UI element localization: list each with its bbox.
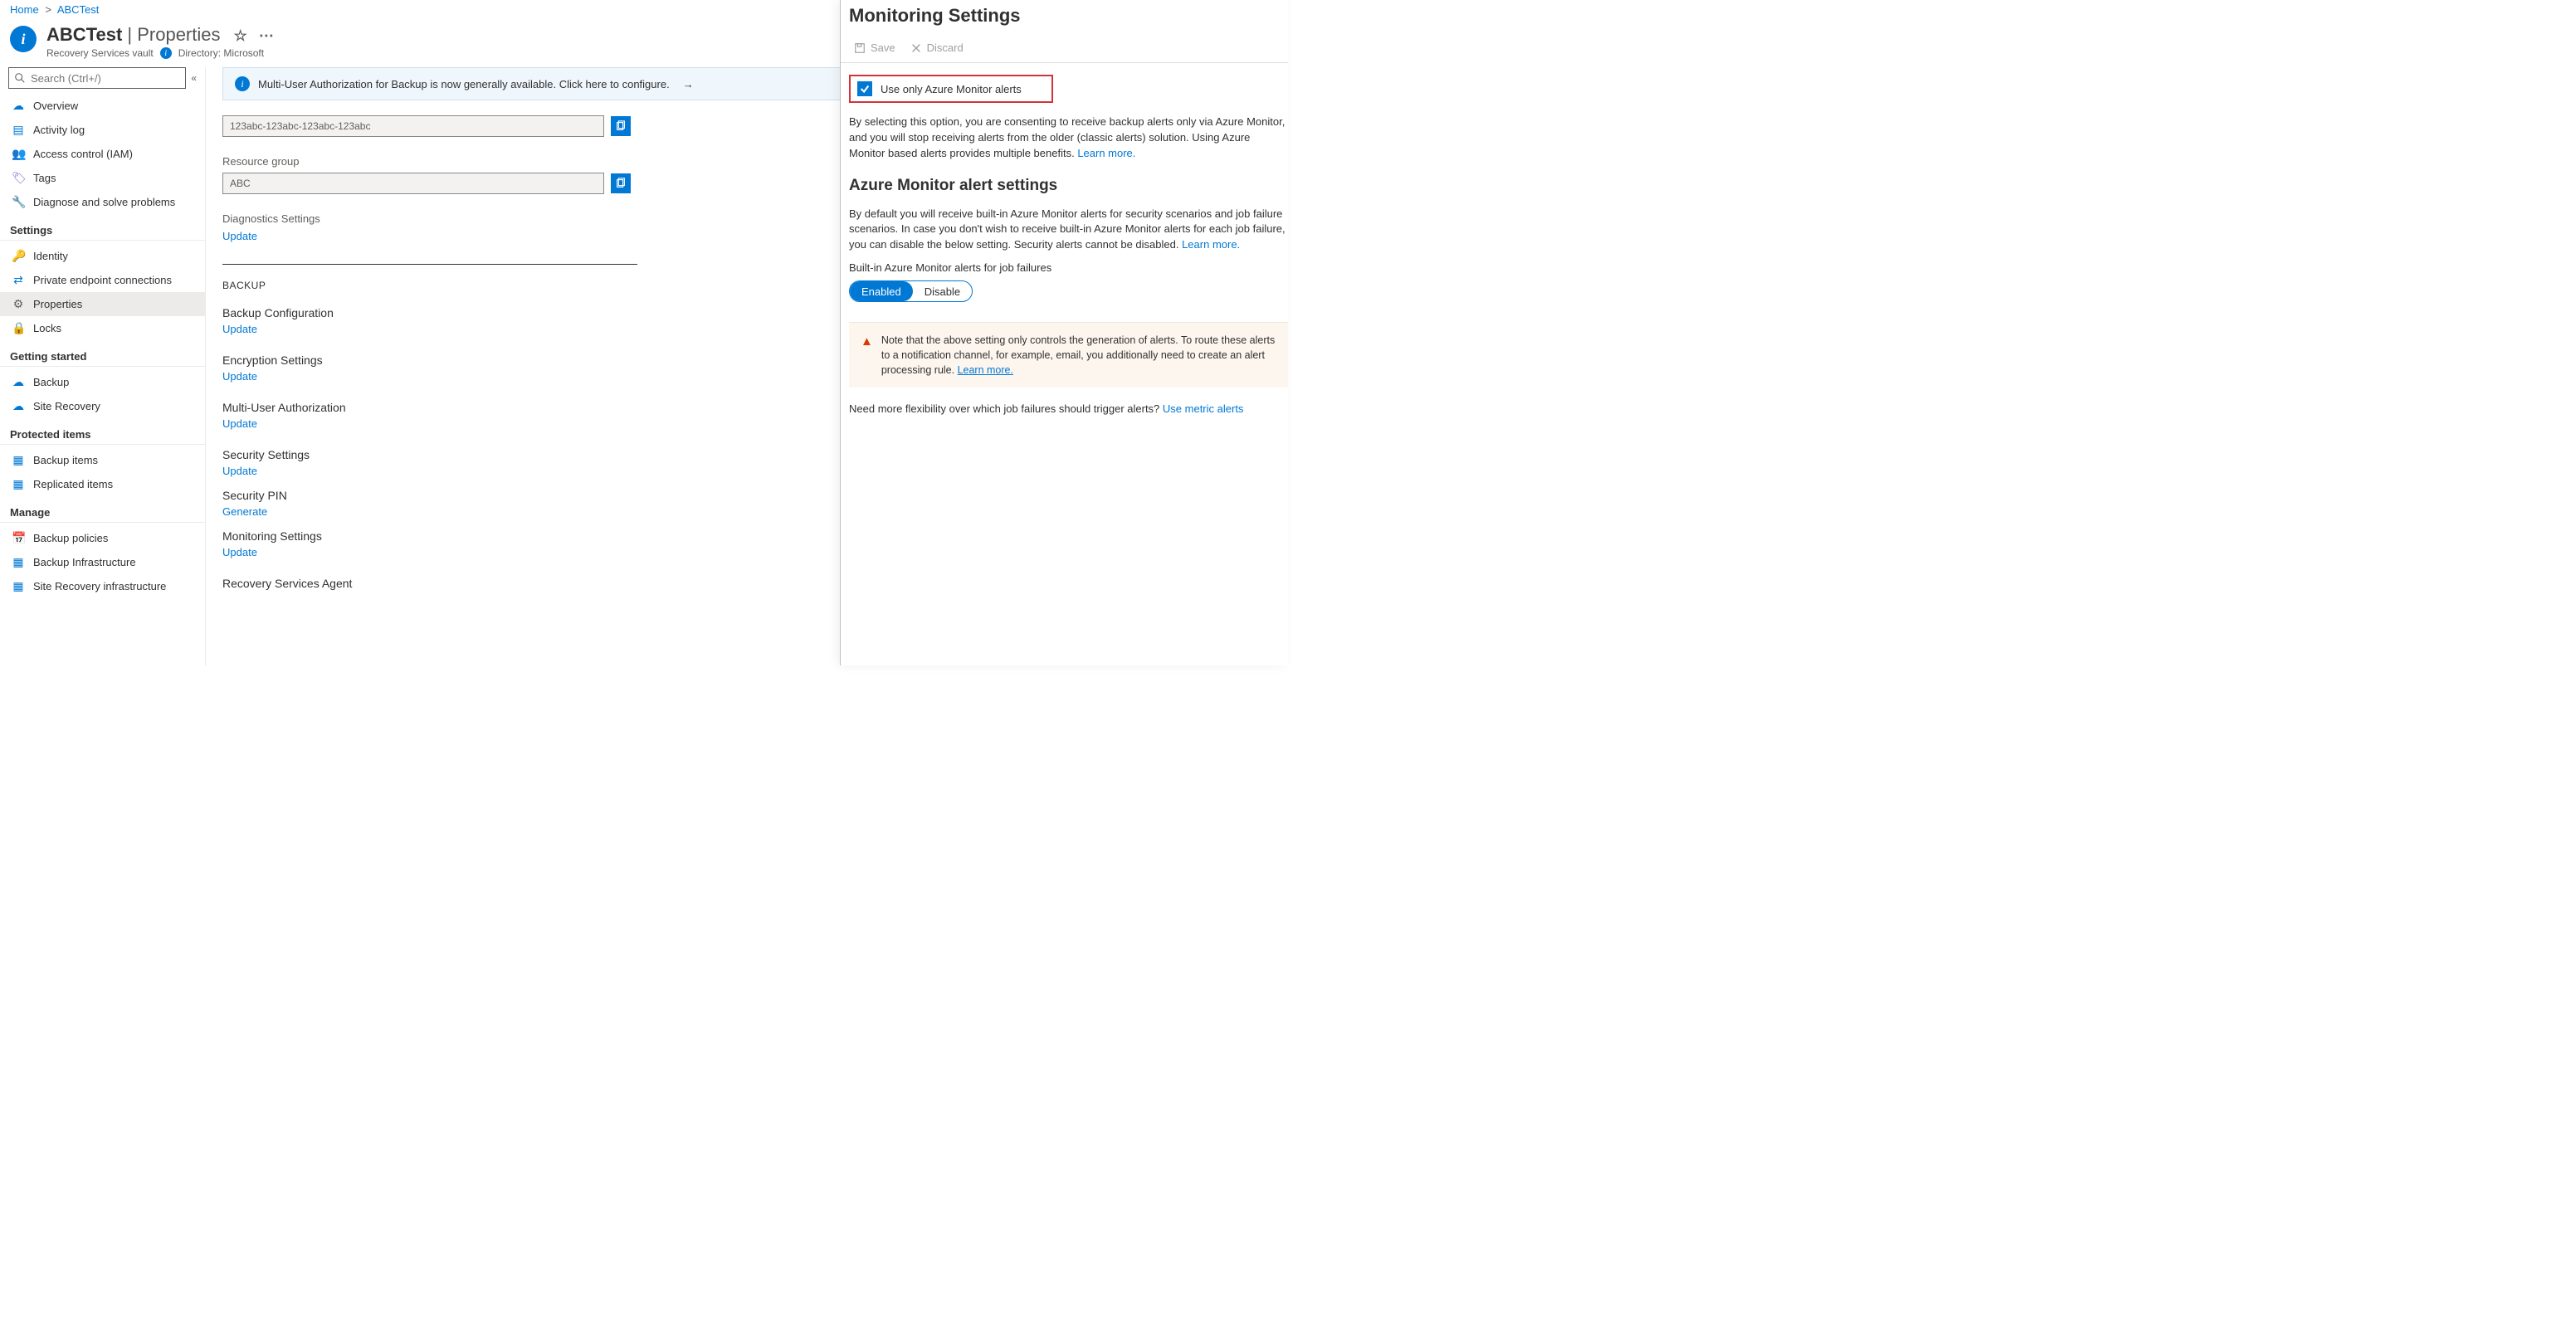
nav-overview[interactable]: ☁Overview (0, 94, 205, 118)
nav-search[interactable] (8, 67, 186, 89)
warning-icon: ▲ (861, 333, 873, 378)
learn-more-link-2[interactable]: Learn more. (1182, 238, 1240, 251)
banner-text: Multi-User Authorization for Backup is n… (258, 78, 670, 90)
copy-subscription-id-button[interactable] (611, 116, 631, 136)
nav-section-manage: Manage (0, 496, 205, 523)
search-icon (14, 72, 26, 84)
toggle-disable[interactable]: Disable (913, 281, 972, 301)
discard-button[interactable]: Discard (910, 41, 964, 54)
nav-search-input[interactable] (31, 72, 180, 85)
calendar-icon: 📅 (12, 531, 25, 545)
nav-sr-infra[interactable]: ▦Site Recovery infrastructure (0, 574, 205, 598)
alert-settings-heading: Azure Monitor alert settings (849, 177, 1288, 195)
nav-section-getting-started: Getting started (0, 340, 205, 367)
note-learn-more-link[interactable]: Learn more. (958, 364, 1013, 376)
save-icon (854, 42, 866, 54)
backup-items-icon: ▦ (12, 453, 25, 467)
log-icon: ▤ (12, 123, 25, 137)
resource-type-label: Recovery Services vault (46, 47, 154, 59)
diagnostics-update-link[interactable]: Update (222, 230, 257, 242)
tag-icon: 🏷 (12, 171, 25, 185)
breadcrumb-home[interactable]: Home (10, 3, 39, 16)
nav-backup[interactable]: ☁Backup (0, 370, 205, 394)
breadcrumb-resource[interactable]: ABCTest (57, 3, 100, 16)
nav-locks[interactable]: 🔒Locks (0, 316, 205, 340)
close-icon (910, 42, 922, 54)
resource-icon: i (10, 26, 37, 52)
favorite-star-icon[interactable]: ☆ (234, 27, 247, 44)
use-azure-monitor-checkbox-row[interactable]: Use only Azure Monitor alerts (849, 75, 1053, 103)
nav-site-recovery[interactable]: ☁Site Recovery (0, 394, 205, 418)
monitoring-update-link[interactable]: Update (222, 546, 257, 558)
panel-title: Monitoring Settings (849, 5, 1275, 27)
nav-backup-infra[interactable]: ▦Backup Infrastructure (0, 550, 205, 574)
copy-icon (615, 178, 627, 189)
backup-config-update-link[interactable]: Update (222, 323, 257, 335)
nav-backup-items[interactable]: ▦Backup items (0, 448, 205, 472)
toggle-enabled[interactable]: Enabled (850, 281, 913, 301)
wrench-icon: 🔧 (12, 195, 25, 209)
arrow-right-icon: → (683, 78, 694, 90)
nav-access-control[interactable]: 👥Access control (IAM) (0, 142, 205, 166)
panel-description: By selecting this option, you are consen… (849, 115, 1288, 162)
sliders-icon: ⚙ (12, 297, 25, 311)
cloud-icon: ☁ (12, 99, 25, 113)
toggle-label: Built-in Azure Monitor alerts for job fa… (849, 261, 1288, 274)
copy-icon (615, 120, 627, 132)
encryption-update-link[interactable]: Update (222, 370, 257, 383)
note-box: ▲ Note that the above setting only contr… (849, 322, 1288, 388)
copy-resource-group-button[interactable] (611, 173, 631, 193)
save-button[interactable]: Save (854, 41, 895, 54)
info-icon[interactable]: i (160, 47, 172, 59)
section-divider (222, 264, 637, 265)
infra-icon: ▦ (12, 555, 25, 569)
use-metric-alerts-link[interactable]: Use metric alerts (1163, 402, 1244, 415)
nav-properties[interactable]: ⚙Properties (0, 292, 205, 316)
nav-identity[interactable]: 🔑Identity (0, 244, 205, 268)
nav-section-settings: Settings (0, 214, 205, 241)
info-icon: i (235, 76, 250, 91)
nav-activity-log[interactable]: ▤Activity log (0, 118, 205, 142)
job-failure-alerts-toggle[interactable]: Enabled Disable (849, 280, 973, 302)
endpoint-icon: ⇄ (12, 273, 25, 287)
security-update-link[interactable]: Update (222, 465, 257, 477)
metric-alerts-prompt: Need more flexibility over which job fai… (849, 402, 1288, 415)
left-nav: « ☁Overview ▤Activity log 👥Access contro… (0, 67, 206, 666)
resource-group-field: ABC (222, 173, 604, 194)
nav-section-protected: Protected items (0, 418, 205, 445)
nav-backup-policies[interactable]: 📅Backup policies (0, 526, 205, 550)
nav-tags[interactable]: 🏷Tags (0, 166, 205, 190)
cloud-sync-icon: ☁ (12, 399, 25, 413)
security-pin-generate-link[interactable]: Generate (222, 505, 267, 518)
collapse-nav-icon[interactable]: « (191, 72, 197, 84)
key-icon: 🔑 (12, 249, 25, 263)
cloud-up-icon: ☁ (12, 375, 25, 389)
checkbox-checked-icon[interactable] (857, 81, 872, 96)
nav-replicated-items[interactable]: ▦Replicated items (0, 472, 205, 496)
replicated-icon: ▦ (12, 477, 25, 491)
alert-settings-description: By default you will receive built-in Azu… (849, 207, 1288, 254)
page-title: ABCTest | Properties ☆ ⋯ (46, 24, 276, 46)
nav-private-endpoint[interactable]: ⇄Private endpoint connections (0, 268, 205, 292)
sr-infra-icon: ▦ (12, 579, 25, 593)
people-icon: 👥 (12, 147, 25, 161)
learn-more-link[interactable]: Learn more. (1077, 147, 1135, 159)
subscription-id-field: 123abc-123abc-123abc-123abc (222, 115, 604, 137)
lock-icon: 🔒 (12, 321, 25, 335)
monitoring-settings-panel: Monitoring Settings Save Discard Use onl… (840, 0, 1288, 666)
more-menu-icon[interactable]: ⋯ (259, 27, 276, 44)
nav-diagnose[interactable]: 🔧Diagnose and solve problems (0, 190, 205, 214)
mua-update-link[interactable]: Update (222, 417, 257, 430)
checkbox-label: Use only Azure Monitor alerts (881, 83, 1022, 95)
